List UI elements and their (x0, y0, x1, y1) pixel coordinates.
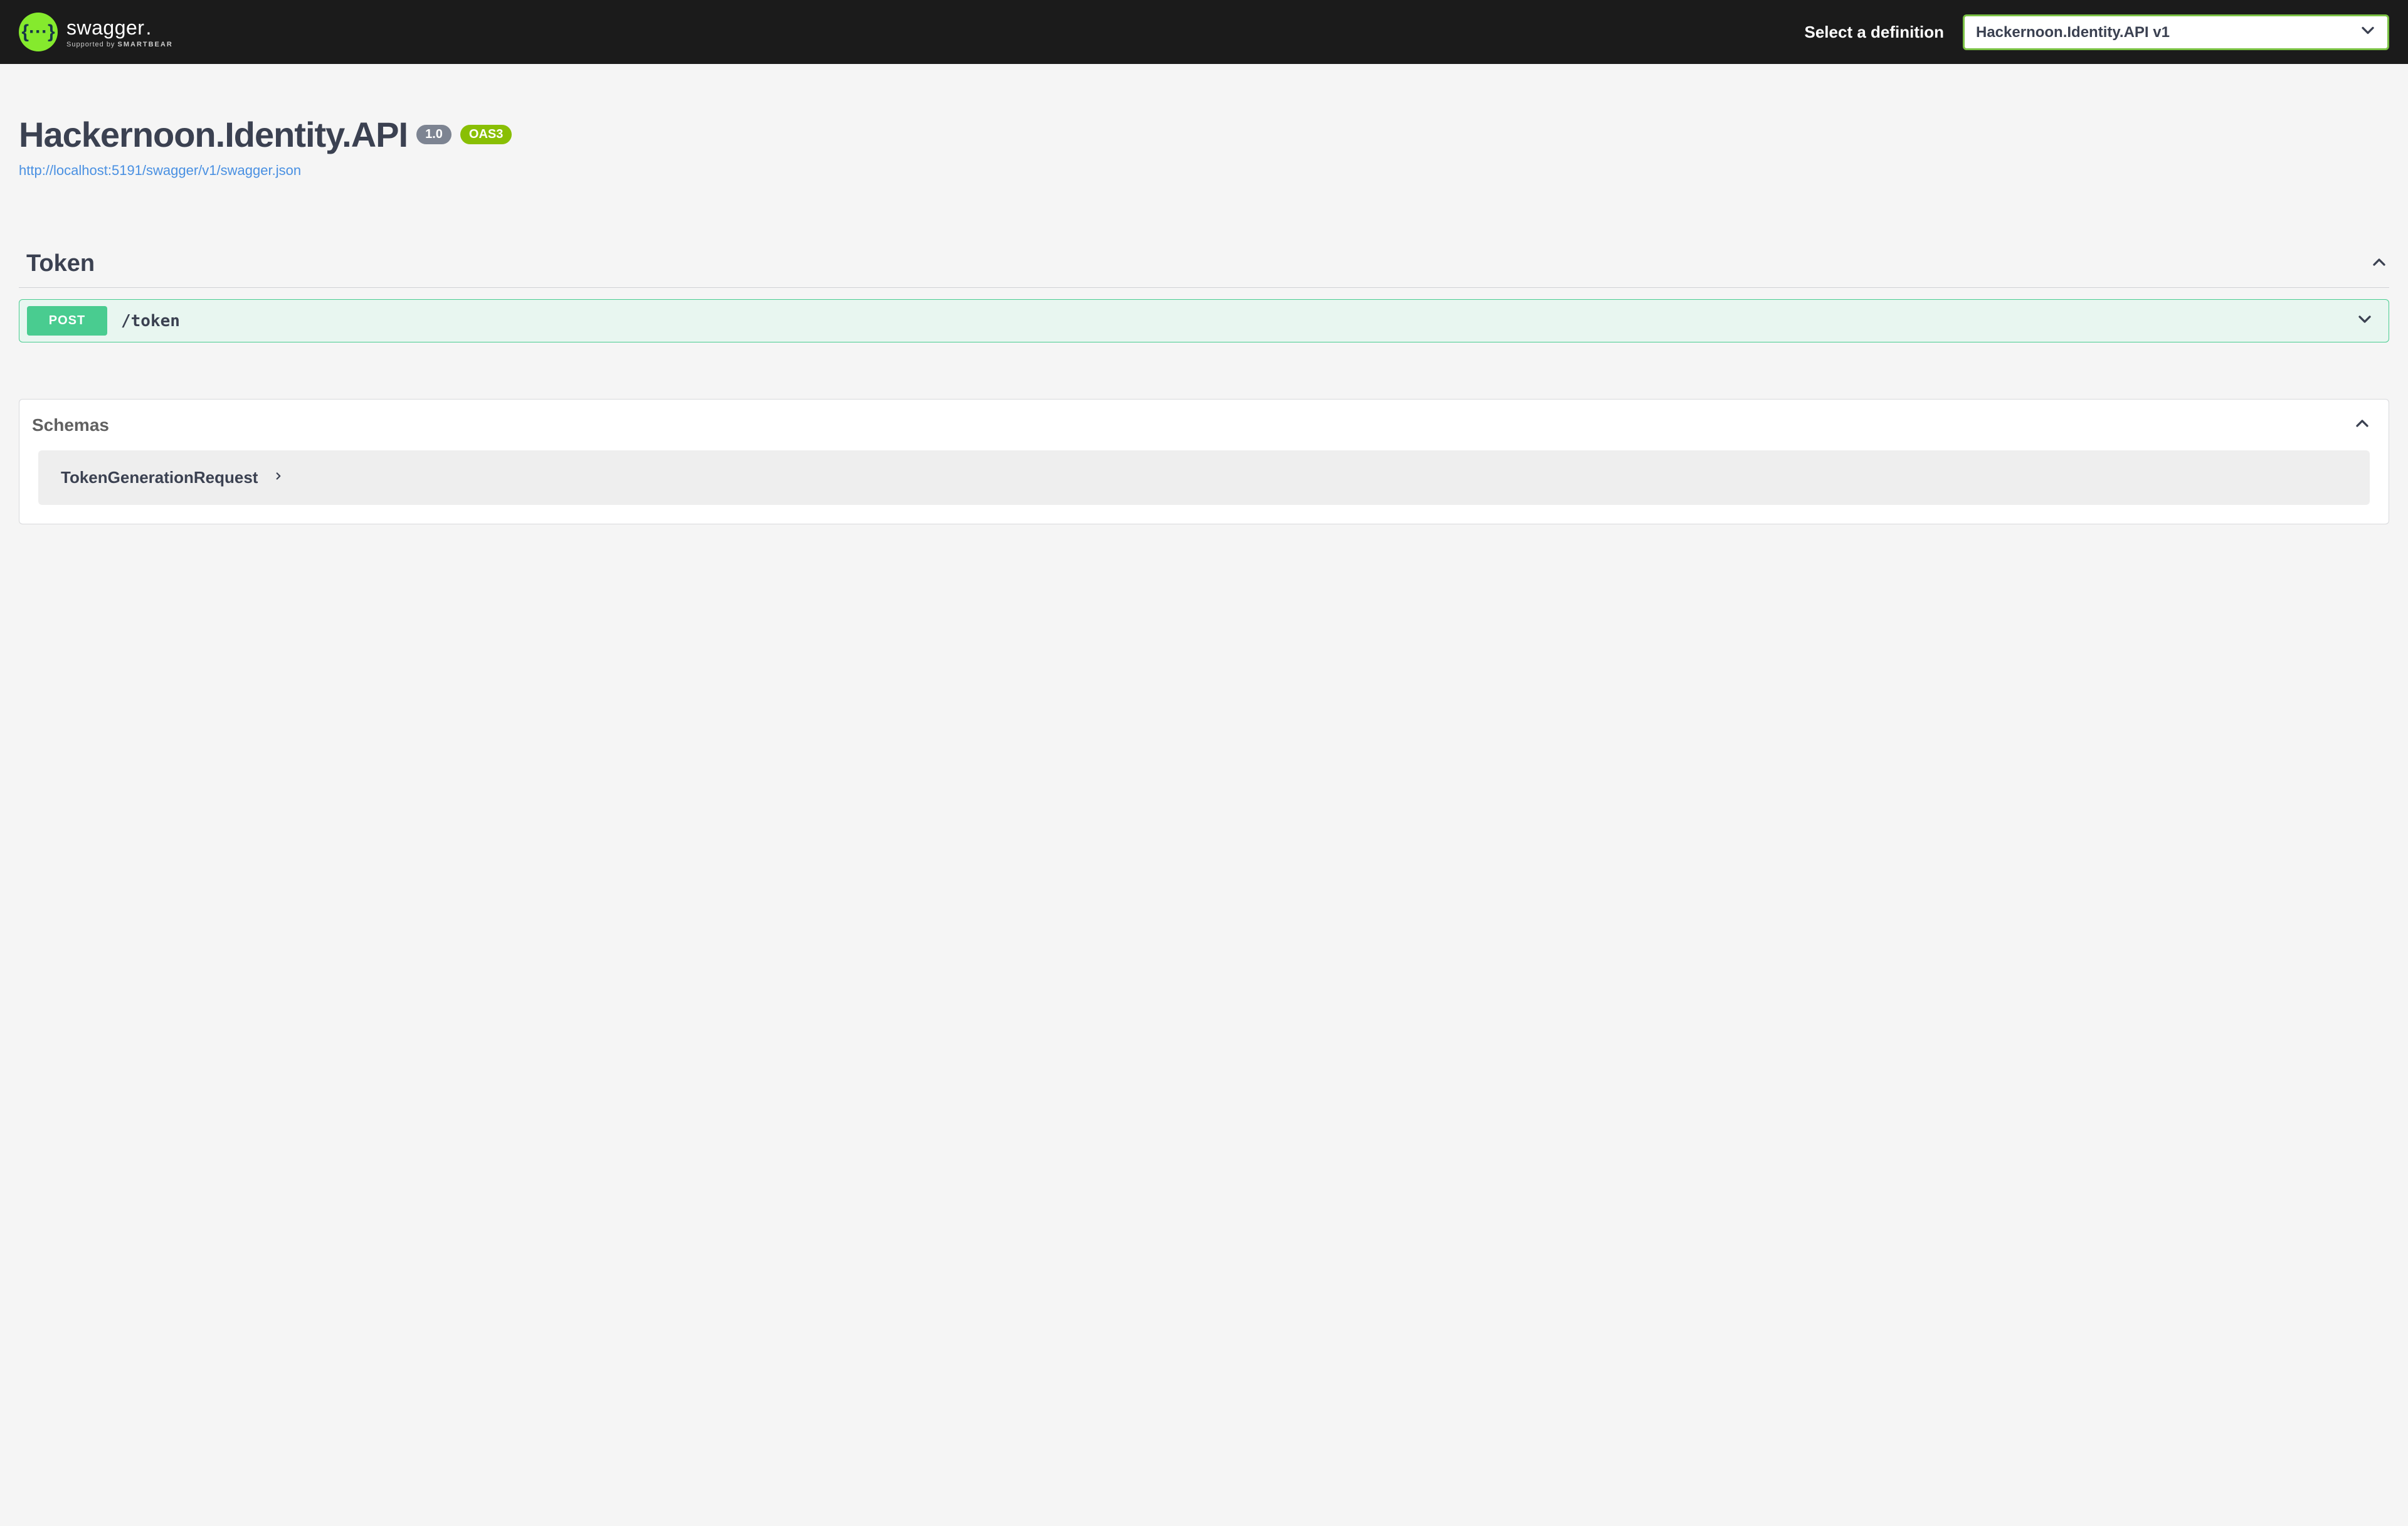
http-method-badge: POST (27, 306, 107, 336)
version-badge: 1.0 (416, 125, 452, 144)
main-content: Hackernoon.Identity.API 1.0 OAS3 http://… (0, 64, 2408, 549)
schema-item-tokengenerationrequest[interactable]: TokenGenerationRequest (38, 450, 2370, 505)
chevron-down-icon (2355, 309, 2375, 332)
opblock-post-token[interactable]: POST /token (19, 299, 2389, 342)
api-title-row: Hackernoon.Identity.API 1.0 OAS3 (19, 114, 2389, 155)
oas-badge: OAS3 (460, 125, 512, 144)
schemas-section: Schemas TokenGenerationRequest (19, 399, 2389, 524)
chevron-up-icon (2352, 413, 2372, 437)
definition-select-wrap: Hackernoon.Identity.API v1 (1963, 14, 2389, 50)
chevron-up-icon (2369, 252, 2389, 275)
tag-name: Token (26, 250, 95, 277)
schemas-header[interactable]: Schemas (19, 400, 2389, 450)
swagger-brand-text: swagger (66, 16, 173, 40)
swagger-tagline: Supported by SMARTBEAR (66, 41, 173, 48)
chevron-right-icon (273, 470, 284, 485)
definition-select-label: Select a definition (1805, 23, 1945, 42)
topbar: {···} swagger Supported by SMARTBEAR Sel… (0, 0, 2408, 64)
operation-path: /token (121, 312, 2355, 331)
tag-header-token[interactable]: Token (19, 248, 2389, 288)
api-title: Hackernoon.Identity.API (19, 114, 408, 155)
schema-name: TokenGenerationRequest (61, 468, 258, 487)
tag-section-token: Token POST /token (19, 248, 2389, 342)
swagger-logo: {···} swagger Supported by SMARTBEAR (19, 13, 173, 51)
schemas-title: Schemas (32, 415, 109, 435)
spec-url-link[interactable]: http://localhost:5191/swagger/v1/swagger… (19, 162, 2389, 179)
definition-select[interactable]: Hackernoon.Identity.API v1 (1963, 14, 2389, 50)
swagger-logo-icon: {···} (19, 13, 58, 51)
